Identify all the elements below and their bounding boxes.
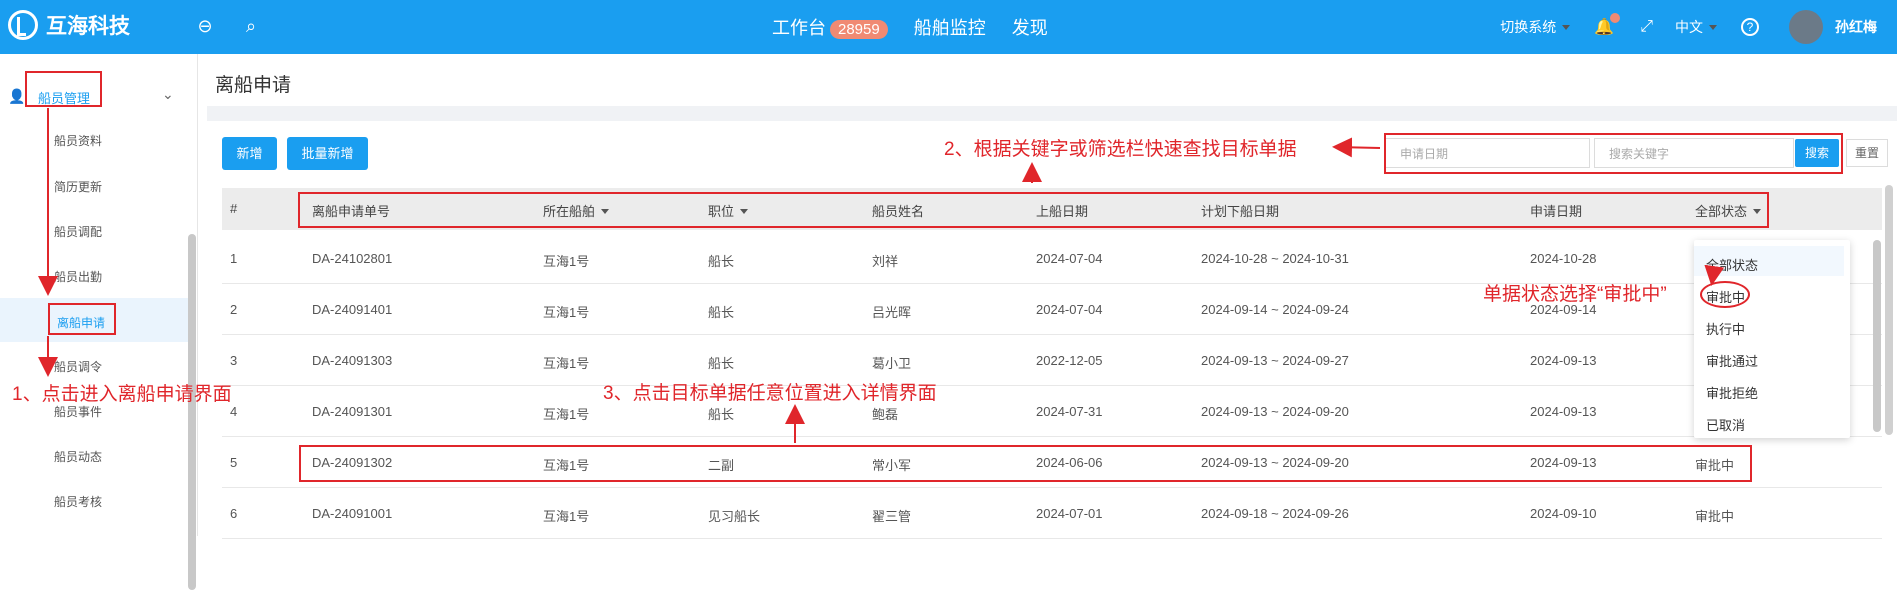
cell-crew-name: 刘祥: [872, 254, 899, 269]
cell-vessel: 互海1号: [543, 356, 590, 371]
status-option-cancelled[interactable]: 已取消: [1706, 415, 1745, 434]
status-option-all[interactable]: 全部状态: [1706, 255, 1758, 274]
add-button[interactable]: 新增: [222, 137, 277, 170]
annotation-circle-pending: [1700, 281, 1750, 308]
switch-system-menu[interactable]: 切换系统: [1500, 17, 1570, 37]
table-row[interactable]: 3 DA-24091303 互海1号 船长 葛小卫 2022-12-05 202…: [222, 335, 1882, 386]
cell-index: 3: [230, 353, 238, 368]
cell-crew-name: 鲍磊: [872, 407, 899, 422]
cell-boarding-date: 2024-07-04: [1036, 302, 1103, 317]
cell-boarding-date: 2024-07-01: [1036, 506, 1103, 521]
nav-ship-monitor[interactable]: 船舶监控: [914, 14, 986, 40]
page-header: 离船申请: [207, 54, 1897, 106]
cell-boarding-date: 2024-07-04: [1036, 251, 1103, 266]
sidebar-item-crew-order[interactable]: 船员调令: [54, 358, 102, 375]
annotation-box-header: [298, 192, 1769, 228]
top-bar: 互海科技 ⊖ ⌕ 工作台 28959 船舶监控 发现 切换系统 🔔 ⤢ 中文 ? …: [0, 0, 1897, 54]
table-scrollbar[interactable]: [1885, 185, 1893, 435]
cell-application-no: DA-24091301: [312, 404, 393, 419]
cell-planned-leave: 2024-10-28 ~ 2024-10-31: [1201, 251, 1349, 266]
cell-planned-leave: 2024-09-13 ~ 2024-09-27: [1201, 353, 1349, 368]
cell-index: 1: [230, 251, 238, 266]
notification-dot: [1610, 13, 1621, 23]
cell-position: 船长: [708, 356, 735, 371]
cell-application-no: DA-24091303: [312, 353, 393, 368]
cell-boarding-date: 2022-12-05: [1036, 353, 1103, 368]
user-icon: 👤: [8, 88, 26, 104]
cell-position: 见习船长: [708, 509, 761, 524]
reset-button[interactable]: 重置: [1846, 139, 1888, 167]
cell-apply-date: 2024-10-28: [1530, 251, 1597, 266]
nav-discover[interactable]: 发现: [1012, 14, 1048, 40]
help-icon[interactable]: ?: [1741, 18, 1759, 36]
sidebar-item-crew-allocation[interactable]: 船员调配: [54, 223, 102, 240]
status-option-approved[interactable]: 审批通过: [1706, 351, 1758, 370]
app-logo[interactable]: 互海科技: [8, 10, 130, 40]
table-row[interactable]: 6 DA-24091001 互海1号 见习船长 翟三管 2024-07-01 2…: [222, 488, 1882, 539]
status-option-rejected[interactable]: 审批拒绝: [1706, 383, 1758, 402]
sidebar-item-resume-update[interactable]: 简历更新: [54, 178, 102, 195]
chevron-down-icon: ⌄: [162, 86, 174, 102]
search-icon[interactable]: ⌕: [240, 15, 262, 37]
bell-icon[interactable]: 🔔: [1594, 13, 1621, 37]
cell-application-no: DA-24102801: [312, 251, 393, 266]
nav-workbench-label: 工作台: [772, 18, 826, 38]
table-row[interactable]: 1 DA-24102801 互海1号 船长 刘祥 2024-07-04 2024…: [222, 233, 1882, 284]
status-dropdown: 全部状态 审批中 执行中 审批通过 审批拒绝 已取消: [1694, 240, 1850, 438]
nav-workbench[interactable]: 工作台 28959: [772, 14, 888, 40]
annotation-box-filters: [1384, 133, 1843, 174]
cell-planned-leave: 2024-09-18 ~ 2024-09-26: [1201, 506, 1349, 521]
cell-vessel: 互海1号: [543, 254, 590, 269]
annotation-step2: 2、根据关键字或筛选栏快速查找目标单据: [944, 139, 1297, 160]
sidebar-item-attendance[interactable]: 船员出勤: [54, 268, 102, 285]
cell-boarding-date: 2024-07-31: [1036, 404, 1103, 419]
cell-planned-leave: 2024-09-13 ~ 2024-09-20: [1201, 404, 1349, 419]
language-select[interactable]: 中文: [1675, 17, 1717, 37]
cell-index: 4: [230, 404, 238, 419]
cell-vessel: 互海1号: [543, 407, 590, 422]
cell-status: 审批中: [1695, 509, 1735, 524]
annotation-box-row: [299, 445, 1752, 482]
sidebar: 👤 船员管理 ⌄ 船员资料 简历更新 船员调配 船员出勤 离船申请 船员调令 船…: [0, 54, 198, 590]
back-icon[interactable]: ⊖: [194, 15, 216, 37]
dropdown-scrollbar[interactable]: [1873, 240, 1881, 432]
annotation-step3: 3、点击目标单据任意位置进入详情界面: [603, 383, 937, 404]
cell-apply-date: 2024-09-13: [1530, 404, 1597, 419]
avatar[interactable]: [1789, 10, 1823, 44]
workbench-badge: 28959: [830, 20, 888, 39]
sidebar-item-crew-assessment[interactable]: 船员考核: [54, 493, 102, 510]
cell-application-no: DA-24091001: [312, 506, 393, 521]
user-name[interactable]: 孙红梅: [1835, 17, 1877, 37]
col-index: #: [230, 201, 238, 216]
cell-vessel: 互海1号: [543, 305, 590, 320]
page-title: 离船申请: [215, 75, 292, 96]
cell-vessel: 互海1号: [543, 509, 590, 524]
annotation-box-crew-menu: [25, 71, 102, 107]
annotation-box-leave-menu: [48, 303, 116, 335]
status-option-executing[interactable]: 执行中: [1706, 319, 1745, 338]
fullscreen-icon[interactable]: ⤢: [1640, 18, 1653, 36]
cell-apply-date: 2024-09-13: [1530, 353, 1597, 368]
cell-planned-leave: 2024-09-14 ~ 2024-09-24: [1201, 302, 1349, 317]
cell-position: 船长: [708, 407, 735, 422]
table-row[interactable]: 4 DA-24091301 互海1号 船长 鲍磊 2024-07-31 2024…: [222, 386, 1882, 437]
app-name: 互海科技: [46, 15, 130, 38]
cell-index: 5: [230, 455, 238, 470]
cell-application-no: DA-24091401: [312, 302, 393, 317]
cell-position: 船长: [708, 305, 735, 320]
sidebar-scrollbar[interactable]: [188, 234, 196, 590]
cell-crew-name: 翟三管: [872, 509, 912, 524]
cell-apply-date: 2024-09-10: [1530, 506, 1597, 521]
sidebar-item-crew-profile[interactable]: 船员资料: [54, 132, 102, 149]
cell-position: 船长: [708, 254, 735, 269]
cell-index: 6: [230, 506, 238, 521]
logo-icon: [8, 10, 38, 40]
cell-index: 2: [230, 302, 238, 317]
annotation-status-tip: 单据状态选择“审批中”: [1483, 284, 1667, 305]
cell-crew-name: 葛小卫: [872, 356, 912, 371]
annotation-step1: 1、点击进入离船申请界面: [12, 384, 232, 405]
cell-crew-name: 吕光晖: [872, 305, 912, 320]
batch-add-button[interactable]: 批量新增: [287, 137, 368, 170]
sidebar-item-crew-dynamics[interactable]: 船员动态: [54, 448, 102, 465]
